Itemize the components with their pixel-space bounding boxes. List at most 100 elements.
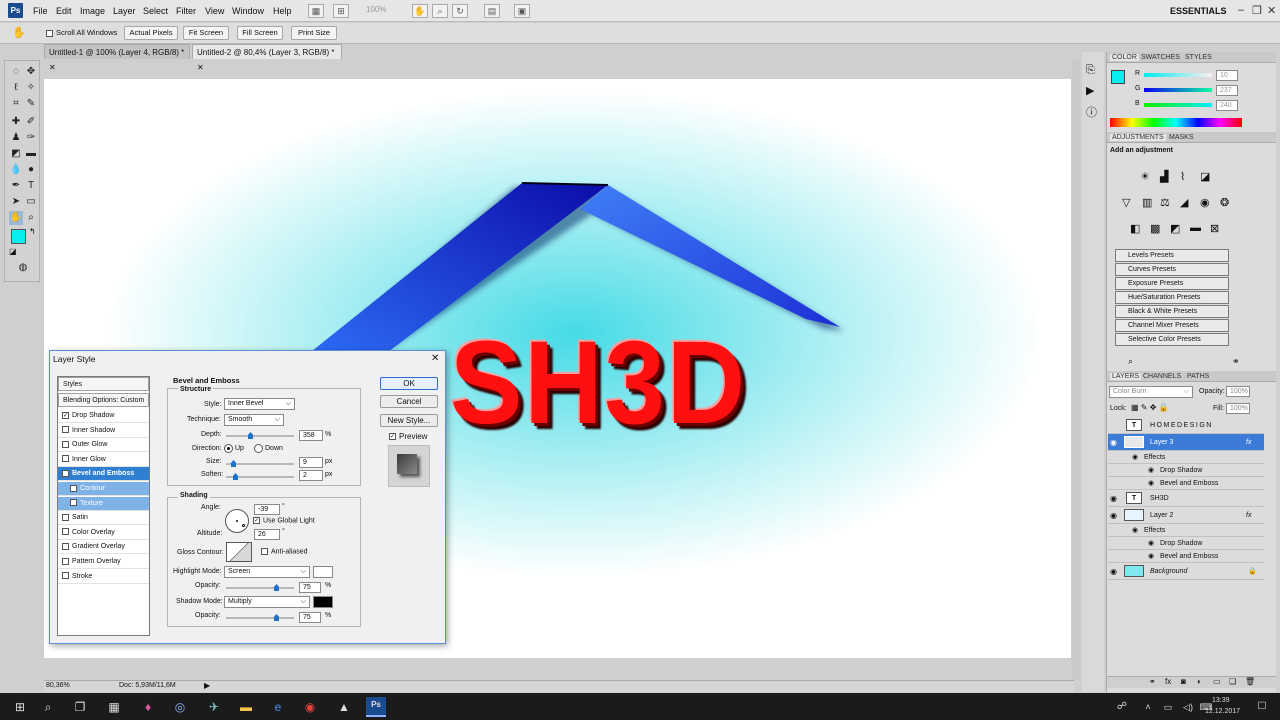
effect-eye-icon[interactable]: ◉ xyxy=(1148,464,1154,477)
fx-icon[interactable]: fx xyxy=(1246,507,1251,524)
quick-mask-icon[interactable]: ◍ xyxy=(16,261,30,275)
new-group-icon[interactable]: ▭ xyxy=(1213,677,1221,686)
layer-3-effects[interactable]: ◉ Effects xyxy=(1108,451,1264,464)
layer-sh3d[interactable]: ◉ T SH3D xyxy=(1108,490,1264,507)
color-fg-swatch[interactable] xyxy=(1111,70,1125,84)
hue-saturation-icon[interactable]: ▥ xyxy=(1142,196,1152,209)
style-checkbox[interactable] xyxy=(62,440,69,448)
default-colors-icon[interactable]: ◪ xyxy=(9,247,17,256)
launch-bridge-icon[interactable]: ▦ xyxy=(308,4,324,18)
preset-levels[interactable]: Levels Presets xyxy=(1115,249,1229,262)
path-selection-icon[interactable]: ➤ xyxy=(9,195,23,209)
zoom-tool-icon[interactable]: ⌕ xyxy=(432,4,448,18)
size-value[interactable]: 9 xyxy=(299,457,323,468)
crop-tool-icon[interactable]: ⌗ xyxy=(9,97,23,111)
highlight-opacity-slider[interactable] xyxy=(226,587,294,589)
style-checkbox[interactable] xyxy=(62,513,69,521)
effect-eye-icon[interactable]: ◉ xyxy=(1148,550,1154,563)
photo-filter-icon[interactable]: ◉ xyxy=(1200,196,1210,209)
style-list-item-outer-glow[interactable]: Outer Glow xyxy=(58,438,149,453)
effects-eye-icon[interactable]: ◉ xyxy=(1132,451,1138,464)
type-tool-icon[interactable]: T xyxy=(24,179,38,193)
visibility-eye-icon[interactable]: ◉ xyxy=(1110,563,1117,580)
use-global-light-checkbox[interactable]: ✓ Use Global Light xyxy=(253,517,315,524)
canvas-scrollbar[interactable] xyxy=(1072,60,1080,680)
size-slider[interactable] xyxy=(226,463,294,465)
app-pin-icon[interactable]: ♦ xyxy=(140,699,156,715)
lasso-tool-icon[interactable]: ℓ xyxy=(9,81,23,95)
layer-2[interactable]: ◉ Layer 2 fx xyxy=(1108,507,1264,524)
angle-dial[interactable] xyxy=(225,509,249,533)
effect-eye-icon[interactable]: ◉ xyxy=(1148,537,1154,550)
style-list-item-satin[interactable]: Satin xyxy=(58,511,149,526)
photoshop-taskbar-icon[interactable]: Ps xyxy=(366,697,386,717)
b-slider[interactable] xyxy=(1144,103,1212,107)
fit-screen-button[interactable]: Fit Screen xyxy=(183,26,229,40)
invert-icon[interactable]: ◧ xyxy=(1130,222,1140,235)
style-checkbox[interactable]: ✓ xyxy=(62,470,69,478)
tab-styles[interactable]: STYLES xyxy=(1185,54,1212,61)
layer-3[interactable]: ◉ Layer 3 fx xyxy=(1108,434,1264,451)
status-menu-arrow-icon[interactable]: ▶ xyxy=(204,681,210,690)
shape-tool-icon[interactable]: ▭ xyxy=(24,195,38,209)
tab-masks[interactable]: MASKS xyxy=(1169,134,1194,141)
fill-screen-button[interactable]: Fill Screen xyxy=(237,26,283,40)
layer-3-drop-shadow[interactable]: ◉ Drop Shadow xyxy=(1108,464,1264,477)
menu-image[interactable]: Image xyxy=(80,6,105,16)
hand-tool-preset-icon[interactable]: ✋ xyxy=(12,26,26,39)
layer-2-drop-shadow[interactable]: ◉ Drop Shadow xyxy=(1108,537,1264,550)
layer-2-bevel-emboss[interactable]: ◉ Bevel and Emboss xyxy=(1108,550,1264,563)
adjustment-options-icon[interactable]: ⌕ xyxy=(1128,356,1133,367)
status-zoom[interactable]: 80,36% xyxy=(46,682,70,689)
style-checkbox[interactable] xyxy=(62,426,69,434)
volume-icon[interactable]: ◁) xyxy=(1180,699,1196,715)
style-list-item-gradient-overlay[interactable]: Gradient Overlay xyxy=(58,540,149,555)
link-layers-icon[interactable]: ⚭ xyxy=(1149,677,1156,686)
eraser-tool-icon[interactable]: ◩ xyxy=(9,147,23,161)
dodge-tool-icon[interactable]: ● xyxy=(24,163,38,177)
shadow-color-swatch[interactable] xyxy=(313,596,333,608)
blur-tool-icon[interactable]: 💧 xyxy=(9,163,23,177)
visibility-eye-icon[interactable]: ◉ xyxy=(1110,490,1117,507)
tab-color[interactable]: COLOR xyxy=(1110,54,1139,61)
tab-untitled-2[interactable]: Untitled-2 @ 80,4% (Layer 3, RGB/8) * ✕ xyxy=(192,44,342,72)
depth-value[interactable]: 358 xyxy=(299,430,323,441)
effect-eye-icon[interactable]: ◉ xyxy=(1148,477,1154,490)
style-list-item-styles[interactable]: Styles xyxy=(58,377,149,391)
visibility-eye-icon[interactable]: ◉ xyxy=(1110,434,1117,451)
vibrance-icon[interactable]: ▽ xyxy=(1122,196,1130,209)
preset-exposure[interactable]: Exposure Presets xyxy=(1115,277,1229,290)
actions-panel-icon[interactable]: ▶ xyxy=(1086,84,1094,97)
style-list-item-color-overlay[interactable]: Color Overlay xyxy=(58,526,149,540)
style-list-item-pattern-overlay[interactable]: Pattern Overlay xyxy=(58,555,149,569)
shadow-mode-select[interactable]: Multiply xyxy=(224,596,310,608)
print-size-button[interactable]: Print Size xyxy=(291,26,337,40)
new-layer-icon[interactable]: ❏ xyxy=(1229,677,1236,686)
effects-eye-icon[interactable]: ◉ xyxy=(1132,524,1138,537)
tray-chevron-icon[interactable]: ˄ xyxy=(1140,699,1156,715)
r-value[interactable]: 10 xyxy=(1216,70,1238,81)
ok-button[interactable]: OK xyxy=(380,377,438,390)
info-panel-icon[interactable]: ⓘ xyxy=(1086,104,1097,120)
curves-icon[interactable]: ⌇ xyxy=(1180,170,1185,183)
swap-colors-icon[interactable]: ↰ xyxy=(29,227,36,236)
adjustment-clip-icon[interactable]: ⚭ xyxy=(1232,356,1240,367)
preset-curves[interactable]: Curves Presets xyxy=(1115,263,1229,276)
menu-view[interactable]: View xyxy=(205,6,224,16)
taskbar-time[interactable]: 13:39 xyxy=(1212,697,1230,704)
menu-edit[interactable]: Edit xyxy=(56,6,72,16)
g-value[interactable]: 237 xyxy=(1216,85,1238,96)
windows-start-icon[interactable]: ⊞ xyxy=(12,699,28,715)
menu-layer[interactable]: Layer xyxy=(113,6,136,16)
gradient-tool-icon[interactable]: ▬ xyxy=(24,147,38,161)
threshold-icon[interactable]: ◩ xyxy=(1170,222,1180,235)
style-list-item-stroke[interactable]: Stroke xyxy=(58,570,149,584)
color-spectrum-ramp[interactable] xyxy=(1110,118,1242,127)
style-list-item-contour[interactable]: ✓ Contour xyxy=(58,482,149,496)
lock-transparency-icon[interactable]: ▦ ✎ ✥ 🔒 xyxy=(1131,403,1169,412)
channel-mixer-icon[interactable]: ❂ xyxy=(1220,196,1229,209)
screen-mode-icon[interactable]: ▣ xyxy=(514,4,530,18)
app-tool-icon[interactable]: ✈ xyxy=(206,699,222,715)
notifications-icon[interactable]: ☐ xyxy=(1254,699,1270,715)
tab-swatches[interactable]: SWATCHES xyxy=(1141,54,1180,61)
